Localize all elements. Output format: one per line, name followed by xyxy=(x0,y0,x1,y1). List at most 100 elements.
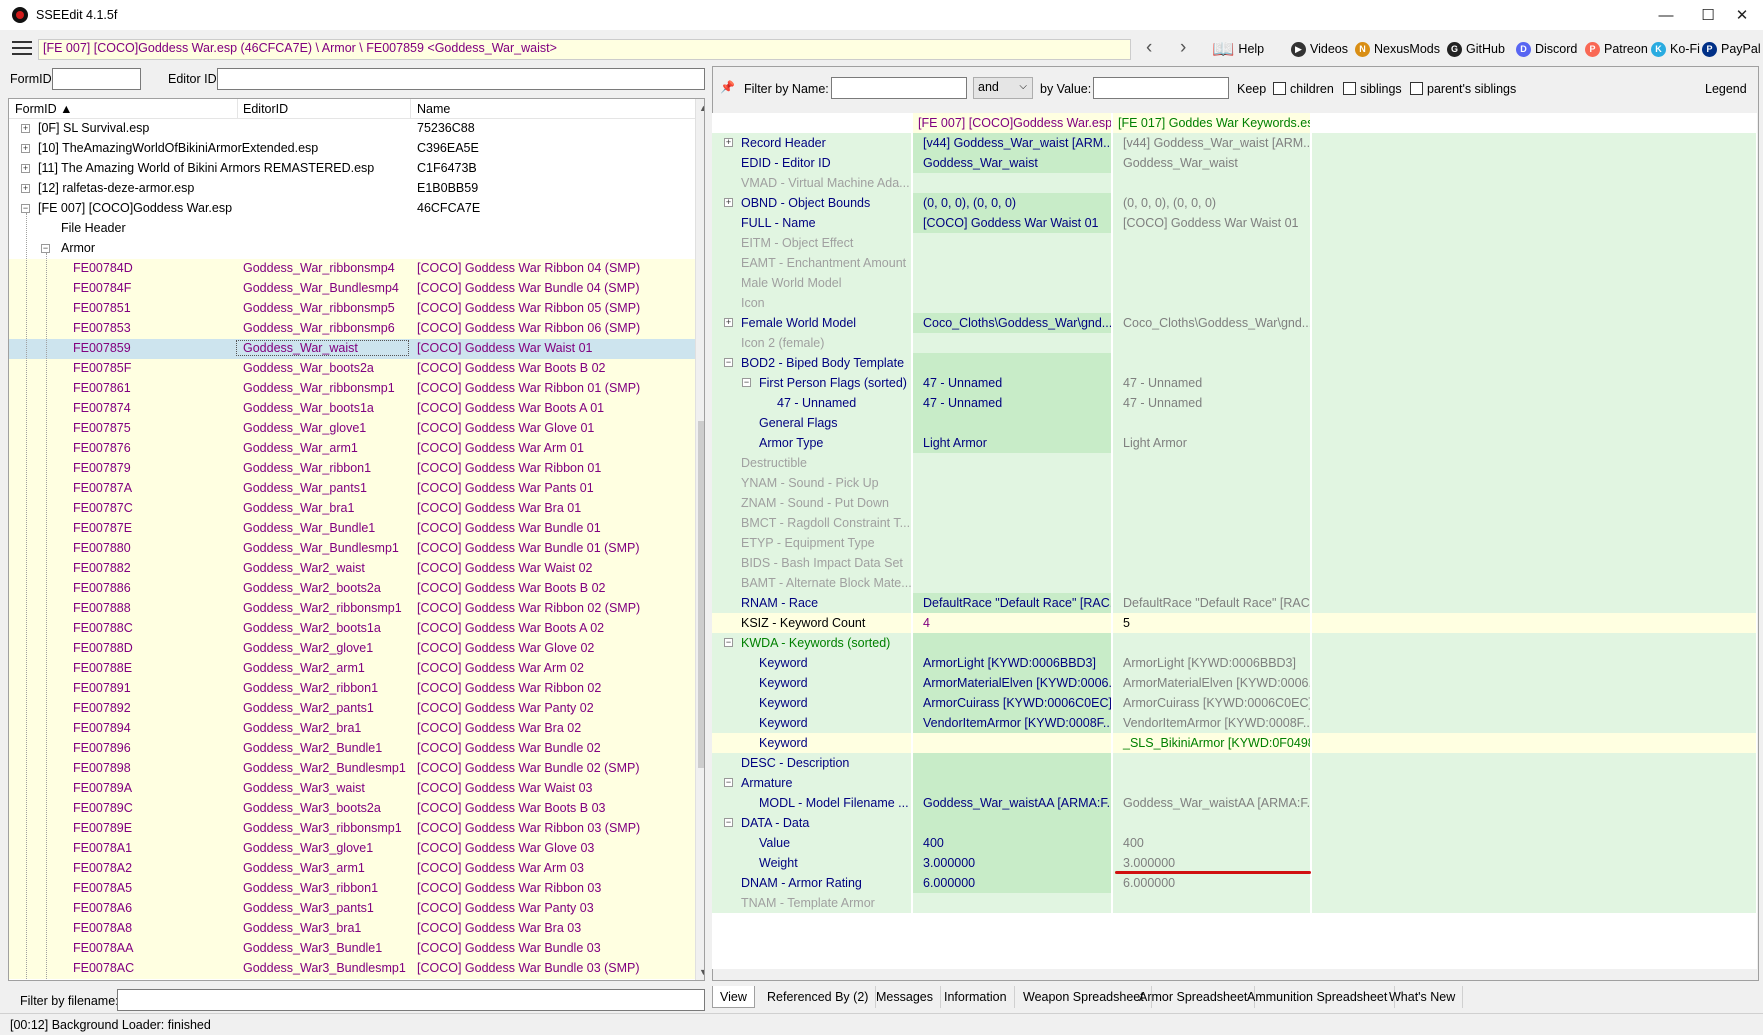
master-value-cell[interactable] xyxy=(913,753,1112,773)
master-value-cell[interactable] xyxy=(913,493,1112,513)
expand-icon[interactable]: + xyxy=(21,164,30,173)
override-value-cell[interactable] xyxy=(1113,493,1311,513)
grid-header-master-file[interactable]: [FE 007] [COCO]Goddess War.esp xyxy=(913,113,1112,133)
record-row[interactable]: EITM - Object Effect xyxy=(712,233,1757,253)
master-value-cell[interactable] xyxy=(913,553,1112,573)
override-value-cell[interactable] xyxy=(1113,173,1311,193)
master-value-cell[interactable] xyxy=(913,513,1112,533)
tree-row-armor[interactable]: FE007894 Goddess_War2_bra1 [COCO] Goddess … xyxy=(9,719,695,739)
tree-row-armor[interactable]: FE007892 Goddess_War2_pants1 [COCO] Goddes… xyxy=(9,699,695,719)
paypal-link[interactable]: P PayPal xyxy=(1702,38,1761,60)
main-menu-icon[interactable] xyxy=(12,41,32,55)
override-value-cell[interactable]: [COCO] Goddess War Waist 01 xyxy=(1113,213,1311,233)
master-value-cell[interactable]: VendorItemArmor [KYWD:0008F... xyxy=(913,713,1112,733)
tree-row-armor[interactable]: FE007853 Goddess_War_ribbonsmp6 [COCO] God… xyxy=(9,319,695,339)
override-value-cell[interactable]: DefaultRace "Default Race" [RAC... xyxy=(1113,593,1311,613)
record-row[interactable]: Armor Type Light Armor Light Armor xyxy=(712,433,1757,453)
override-value-cell[interactable]: Coco_Cloths\Goddess_War\gnd... xyxy=(1113,313,1311,333)
override-value-cell[interactable]: 3.000000 xyxy=(1113,853,1311,873)
tree-row-armor[interactable]: FE007874 Goddess_War_boots1a [COCO] Goddes… xyxy=(9,399,695,419)
record-row[interactable]: Keyword _SLS_BikiniArmor [KYWD:0F0498... xyxy=(712,733,1757,753)
record-row[interactable]: ETYP - Equipment Type xyxy=(712,533,1757,553)
tree-row-armor[interactable]: FE007898 Goddess_War2_Bundlesmp1 [COCO] Go… xyxy=(9,759,695,779)
formid-input[interactable] xyxy=(52,68,141,90)
override-value-cell[interactable]: [v44] Goddess_War_waist [ARM... xyxy=(1113,133,1311,153)
master-value-cell[interactable]: 47 - Unnamed xyxy=(913,373,1112,393)
tree-row-armor[interactable]: FE0078AA Goddess_War3_Bundle1 [COCO] Godde… xyxy=(9,939,695,959)
combinator-select[interactable]: and ⌵ xyxy=(973,77,1033,99)
master-value-cell[interactable] xyxy=(913,573,1112,593)
master-value-cell[interactable] xyxy=(913,233,1112,253)
expand-icon[interactable]: + xyxy=(21,144,30,153)
record-row[interactable]: EDID - Editor ID Goddess_War_waist Goddess… xyxy=(712,153,1757,173)
tree-row-plugin[interactable]: − [FE 007] [COCO]Goddess War.esp 46CFCA7E xyxy=(9,199,695,219)
master-value-cell[interactable] xyxy=(913,413,1112,433)
tree-row-armor[interactable]: FE0078AC Goddess_War3_Bundlesmp1 [COCO] Go… xyxy=(9,959,695,979)
editorid-input[interactable] xyxy=(217,68,705,90)
record-row[interactable]: BMCT - Ragdoll Constraint T... xyxy=(712,513,1757,533)
record-row[interactable]: Keyword ArmorLight [KYWD:0006BBD3] ArmorLi… xyxy=(712,653,1757,673)
expand-icon[interactable]: + xyxy=(724,198,733,207)
record-row[interactable]: Destructible xyxy=(712,453,1757,473)
pin-icon[interactable]: 📌 xyxy=(720,80,735,94)
master-value-cell[interactable]: 400 xyxy=(913,833,1112,853)
record-row[interactable]: + Record Header [v44] Goddess_War_waist [A… xyxy=(712,133,1757,153)
master-value-cell[interactable]: 4 xyxy=(913,613,1112,633)
master-value-cell[interactable] xyxy=(913,633,1112,653)
override-value-cell[interactable] xyxy=(1113,573,1311,593)
filter-filename-input[interactable] xyxy=(117,989,705,1011)
scroll-up-arrow-icon[interactable]: ▲ xyxy=(699,103,704,113)
tree-row-plugin[interactable]: + [11] The Amazing World of Bikini Armors… xyxy=(9,159,695,179)
record-row[interactable]: Value 400 400 xyxy=(712,833,1757,853)
override-value-cell[interactable]: ArmorMaterialElven [KYWD:0006... xyxy=(1113,673,1311,693)
tree-row-armor[interactable]: FE00788D Goddess_War2_glove1 [COCO] Goddes… xyxy=(9,639,695,659)
tab-information[interactable]: Information xyxy=(937,986,1015,1008)
override-value-cell[interactable] xyxy=(1113,453,1311,473)
master-value-cell[interactable]: 6.000000 xyxy=(913,873,1112,893)
record-tree[interactable]: FormID ▲ EditorID Name + [0F] SL Survival… xyxy=(8,98,705,981)
master-value-cell[interactable] xyxy=(913,733,1112,753)
master-value-cell[interactable]: Goddess_War_waistAA [ARMA:F... xyxy=(913,793,1112,813)
tree-row-armor[interactable]: FE00787E Goddess_War_Bundle1 [COCO] Goddes… xyxy=(9,519,695,539)
record-row[interactable]: + OBND - Object Bounds (0, 0, 0), (0, 0, 0… xyxy=(712,193,1757,213)
tree-row-armor[interactable]: FE007851 Goddess_War_ribbonsmp5 [COCO] God… xyxy=(9,299,695,319)
master-value-cell[interactable]: ArmorLight [KYWD:0006BBD3] xyxy=(913,653,1112,673)
override-value-cell[interactable]: 400 xyxy=(1113,833,1311,853)
override-value-cell[interactable]: 5 xyxy=(1113,613,1311,633)
record-row[interactable]: BAMT - Alternate Block Mate... xyxy=(712,573,1757,593)
tree-row-armor[interactable]: FE00784D Goddess_War_ribbonsmp4 [COCO] God… xyxy=(9,259,695,279)
expand-icon[interactable]: + xyxy=(724,318,733,327)
master-value-cell[interactable]: (0, 0, 0), (0, 0, 0) xyxy=(913,193,1112,213)
tree-row-armor[interactable]: FE0078A6 Goddess_War3_pants1 [COCO] Goddes… xyxy=(9,899,695,919)
filter-value-input[interactable] xyxy=(1093,77,1229,99)
record-row[interactable]: − BOD2 - Biped Body Template xyxy=(712,353,1757,373)
keep-siblings-checkbox[interactable]: siblings xyxy=(1343,82,1402,96)
tree-row-armor[interactable]: FE00787C Goddess_War_bra1 [COCO] Goddess W… xyxy=(9,499,695,519)
tree-row-armor[interactable]: FE007875 Goddess_War_glove1 [COCO] Goddess… xyxy=(9,419,695,439)
collapse-icon[interactable]: − xyxy=(724,818,733,827)
tree-row-armor[interactable]: FE0078A1 Goddess_War3_glove1 [COCO] Goddes… xyxy=(9,839,695,859)
record-row[interactable]: YNAM - Sound - Pick Up xyxy=(712,473,1757,493)
tree-row-armor[interactable]: FE00785F Goddess_War_boots2a [COCO] Goddes… xyxy=(9,359,695,379)
collapse-icon[interactable]: − xyxy=(724,778,733,787)
tree-row-armor[interactable]: FE007896 Goddess_War2_Bundle1 [COCO] Godde… xyxy=(9,739,695,759)
close-button[interactable]: ✕ xyxy=(1719,0,1763,30)
override-value-cell[interactable]: VendorItemArmor [KYWD:0008F... xyxy=(1113,713,1311,733)
record-row[interactable]: TNAM - Template Armor xyxy=(712,893,1757,913)
tree-row-armor[interactable]: FE007861 Goddess_War_ribbonsmp1 [COCO] God… xyxy=(9,379,695,399)
tree-row-armor[interactable]: FE00788E Goddess_War2_arm1 [COCO] Goddess … xyxy=(9,659,695,679)
override-value-cell[interactable] xyxy=(1113,253,1311,273)
tree-row-armor[interactable]: FE00789A Goddess_War3_waist [COCO] Goddess… xyxy=(9,779,695,799)
scroll-down-arrow-icon[interactable]: ▼ xyxy=(699,967,704,977)
record-row[interactable]: 47 - Unnamed 47 - Unnamed 47 - Unnamed xyxy=(712,393,1757,413)
master-value-cell[interactable] xyxy=(913,453,1112,473)
header-name[interactable]: Name xyxy=(417,102,450,116)
record-row[interactable]: KSIZ - Keyword Count 4 5 xyxy=(712,613,1757,633)
master-value-cell[interactable]: DefaultRace "Default Race" [RAC... xyxy=(913,593,1112,613)
record-row[interactable]: − DATA - Data xyxy=(712,813,1757,833)
tree-row-plugin[interactable]: + [10] TheAmazingWorldOfBikiniArmorExtend… xyxy=(9,139,695,159)
override-value-cell[interactable] xyxy=(1113,473,1311,493)
override-value-cell[interactable] xyxy=(1113,553,1311,573)
tree-row-armor[interactable]: FE00789C Goddess_War3_boots2a [COCO] Godde… xyxy=(9,799,695,819)
tab-referenced-by[interactable]: Referenced By (2) xyxy=(760,986,877,1008)
